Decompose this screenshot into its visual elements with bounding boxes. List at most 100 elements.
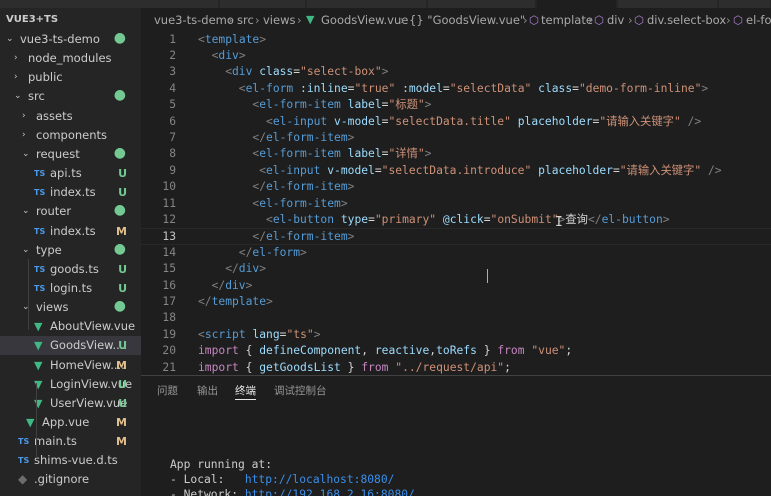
git-status-badge: U — [118, 262, 127, 276]
tree-item[interactable]: › components — [0, 126, 141, 145]
code-token: "selectData" — [449, 81, 532, 95]
tree-item[interactable]: › node_modules — [0, 49, 141, 68]
tree-item-label: vue3-ts-demo — [20, 32, 100, 46]
tab-problems[interactable]: 问题 — [157, 383, 178, 399]
chevron-down-icon: ⌄ — [6, 34, 14, 44]
code-token: 查询 — [565, 212, 588, 226]
code-token: "../request/api" — [395, 360, 505, 374]
line-number: 11 — [162, 196, 176, 210]
breadcrumb-item[interactable]: div.select-box — [647, 9, 726, 31]
editor-tab[interactable] — [428, 0, 536, 8]
tree-item[interactable]: ▼ AboutView.vue — [0, 317, 141, 336]
breadcrumb-item[interactable]: vue3-ts-demo — [154, 9, 234, 31]
indent-guide — [28, 259, 29, 330]
tree-item[interactable]: TS api.ts U — [0, 164, 141, 183]
chevron-right-icon: › — [523, 13, 528, 27]
code-token: = — [442, 81, 450, 95]
breadcrumb-item[interactable]: div — [607, 9, 624, 31]
tree-item[interactable]: ▼ GoodsView.... U — [0, 336, 141, 356]
explorer-sidebar: VUE3+TS ⌄ vue3-ts-demo ● › node_modules › publ… — [0, 0, 141, 496]
code-token: > — [424, 98, 432, 112]
tree-item[interactable]: TS goods.ts U — [0, 260, 141, 279]
tree-item[interactable]: TS login.ts U — [0, 279, 141, 298]
code-token: </ — [252, 130, 266, 144]
code-token: @click — [442, 212, 484, 226]
code-token: </ — [238, 245, 253, 259]
code-line: 4 <el-form :inline="true" :model="selectD… — [141, 81, 771, 97]
code-token: "selectData.title" — [388, 114, 511, 128]
tree-item[interactable]: ⌄ request ● — [0, 145, 141, 164]
code-token: :inline — [300, 81, 348, 95]
editor-tab[interactable] — [618, 0, 718, 8]
code-line: 9 <el-input v-model="selectData.introduce… — [141, 163, 771, 179]
code-editor[interactable]: 1 <template> 2 <div> 3 <div class="select-box… — [141, 31, 771, 375]
git-status-badge: U — [118, 167, 127, 181]
chevron-right-icon: › — [22, 110, 26, 121]
code-text: <template> — [198, 32, 266, 48]
code-token: /> — [707, 163, 722, 177]
tab-terminal[interactable]: 终端 — [235, 383, 256, 400]
vue-file-icon: ▼ — [306, 13, 315, 26]
tree-item-label: main.ts — [34, 434, 77, 449]
editor-tab-active[interactable] — [537, 0, 617, 8]
tab-output[interactable]: 输出 — [197, 383, 218, 399]
tree-item[interactable]: ◆ .gitignore — [0, 470, 141, 489]
tree-item[interactable]: TS main.ts M — [0, 432, 141, 451]
tree-item[interactable]: ⌄ src ● — [0, 87, 141, 106]
tree-item[interactable]: ⌄ type ● — [0, 241, 141, 260]
code-token: = — [572, 81, 579, 95]
tree-item[interactable]: TS index.ts U — [0, 183, 141, 202]
code-line: 13 </el-form-item> — [141, 228, 771, 245]
editor-tab[interactable] — [719, 0, 771, 8]
tree-item[interactable]: › assets — [0, 107, 141, 126]
tree-item[interactable]: ⌄ router ● — [0, 202, 141, 221]
code-token: < — [198, 32, 205, 46]
code-token: el-form-item — [259, 98, 341, 112]
local-url-link[interactable]: http://localhost:8080/ — [245, 473, 395, 486]
terminal-label: - Local: — [170, 473, 245, 486]
code-line: 17 </template> — [141, 294, 771, 310]
tree-item[interactable]: TS index.ts M — [0, 222, 141, 241]
code-token: el-form-item — [266, 180, 348, 194]
chevron-right-icon: › — [255, 13, 260, 27]
tree-item[interactable]: ▼ LoginView.vue U — [0, 375, 141, 394]
tree-item[interactable]: ▼ UserView.vue U — [0, 394, 141, 413]
code-token: = — [612, 163, 620, 177]
tree-item[interactable]: ⌄ vue3-ts-demo ● — [0, 30, 141, 49]
code-text: </el-form> — [239, 245, 307, 261]
line-number: 20 — [162, 344, 176, 358]
breadcrumb-item[interactable]: el-fo — [746, 9, 771, 31]
tree-item[interactable]: ▼ HomeView.... M — [0, 356, 141, 375]
code-text: import { defineComponent, reactive,toRef… — [198, 343, 572, 359]
code-token: } — [340, 360, 362, 374]
git-status-badge: M — [116, 224, 127, 238]
line-number: 16 — [162, 278, 176, 292]
tree-item-label: api.ts — [50, 166, 82, 181]
breadcrumb-item[interactable]: src — [237, 9, 254, 31]
element-icon: ⬡ — [594, 13, 605, 27]
tab-debug-console[interactable]: 调试控制台 — [274, 383, 327, 399]
chevron-right-icon: › — [628, 13, 633, 27]
editor-tab[interactable] — [307, 0, 427, 8]
tree-item[interactable]: TS shims-vue.d.ts — [0, 451, 141, 470]
code-text: <script lang="ts"> — [198, 327, 321, 343]
code-token: ; — [565, 344, 573, 358]
breadcrumb-item[interactable]: views — [263, 9, 295, 31]
editor-tab[interactable] — [220, 0, 306, 8]
tree-item[interactable]: ▼ App.vue M — [0, 413, 141, 432]
code-token: = — [374, 163, 382, 177]
code-text: </div> — [212, 278, 253, 294]
code-line: 5 <el-form-item label="标题"> — [141, 97, 771, 113]
tree-item[interactable]: ⌄ views ● — [0, 298, 141, 317]
network-url-link[interactable]: http://192.168.2.16:8080/ — [245, 488, 415, 496]
tree-item[interactable]: › public — [0, 68, 141, 87]
breadcrumb-item[interactable]: {} "GoodsView.vue" — [409, 9, 525, 31]
editor-tab[interactable] — [141, 0, 219, 8]
breadcrumb-item[interactable]: template — [541, 9, 593, 31]
breadcrumb-item[interactable]: GoodsView.vue — [321, 9, 408, 31]
code-token: </ — [252, 180, 266, 194]
git-status-badge: U — [118, 396, 127, 410]
